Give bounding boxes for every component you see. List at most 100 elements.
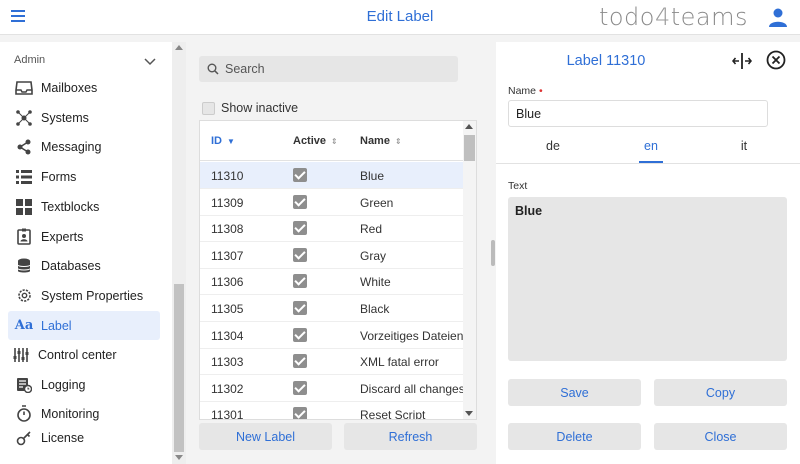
table-row[interactable]: 11310 Blue: [200, 162, 464, 189]
user-icon[interactable]: [768, 7, 788, 27]
column-header-name[interactable]: Name ⇕: [360, 135, 402, 147]
sidebar-item-mailboxes[interactable]: Mailboxes: [8, 73, 160, 102]
row-name: Black: [360, 302, 390, 316]
timer-icon: [15, 405, 33, 423]
required-marker: •: [538, 85, 543, 97]
sidebar-item-system-properties[interactable]: System Properties: [8, 281, 160, 310]
table-row[interactable]: 11302 Discard all changes?: [200, 375, 464, 402]
sidebar-section-admin[interactable]: Admin: [14, 54, 158, 70]
row-id: 11305: [211, 302, 244, 316]
detail-panel: Label 11310 Name • de en it Text Blue Sa…: [496, 42, 800, 464]
show-inactive-checkbox[interactable]: Show inactive: [202, 101, 298, 115]
detail-title: Label 11310: [566, 53, 646, 69]
scroll-up-icon[interactable]: [175, 45, 183, 50]
language-tabs: de en it: [496, 136, 800, 164]
grid-icon: [15, 198, 33, 216]
row-id: 11302: [211, 381, 244, 396]
row-name: Blue: [360, 169, 385, 183]
font-icon: Aa: [14, 318, 34, 333]
table-header: ID ▼ Active ⇕ Name ⇕: [200, 121, 464, 161]
sidebar-scrollbar[interactable]: [172, 42, 186, 464]
sidebar-item-databases[interactable]: Databases: [8, 251, 160, 280]
label-table: ID ▼ Active ⇕ Name ⇕ 11310 Blue 11309 Green 113…: [199, 120, 477, 420]
split-view-icon[interactable]: [732, 52, 752, 70]
badge-icon: [15, 228, 33, 246]
gear-icon: [15, 287, 33, 305]
sidebar-item-systems[interactable]: Systems: [8, 103, 160, 132]
scroll-down-icon[interactable]: [465, 411, 473, 416]
table-row[interactable]: 11307 Gray: [200, 242, 464, 269]
scroll-up-icon[interactable]: [465, 124, 473, 129]
row-name: Vorzeitiges Dateiende: [360, 328, 464, 343]
new-label-button[interactable]: New Label: [199, 423, 332, 450]
close-icon[interactable]: [766, 50, 786, 70]
active-checkbox[interactable]: [293, 168, 307, 182]
active-checkbox[interactable]: [293, 380, 307, 395]
active-checkbox[interactable]: [293, 354, 307, 369]
table-row[interactable]: 11306 White: [200, 268, 464, 296]
active-checkbox[interactable]: [293, 247, 307, 262]
tab-en[interactable]: en: [621, 139, 681, 153]
sidebar-item-messaging[interactable]: Messaging: [8, 132, 160, 161]
column-header-id[interactable]: ID ▼: [211, 135, 235, 147]
active-checkbox[interactable]: [293, 327, 307, 342]
row-id: 11310: [211, 169, 244, 183]
active-checkbox[interactable]: [293, 221, 307, 236]
refresh-button[interactable]: Refresh: [344, 423, 477, 450]
row-name: White: [360, 275, 391, 290]
sliders-icon: [12, 346, 30, 364]
active-checkbox[interactable]: [293, 407, 307, 419]
table-row[interactable]: 11309 Green: [200, 189, 464, 216]
row-name: Green: [360, 195, 394, 210]
sidebar-item-forms[interactable]: Forms: [8, 162, 160, 191]
sidebar-item-logging[interactable]: Logging: [8, 370, 160, 399]
table-row[interactable]: 11301 Reset Script: [200, 401, 464, 420]
row-id: 11308: [211, 222, 244, 237]
checkbox-box[interactable]: [202, 101, 215, 115]
sidebar: Admin Mailboxes Systems Messaging Forms …: [0, 42, 172, 464]
close-button[interactable]: Close: [654, 423, 787, 450]
panel-splitter-handle[interactable]: [491, 240, 495, 266]
text-input[interactable]: Blue: [508, 197, 787, 361]
network-icon: [15, 109, 33, 127]
copy-button[interactable]: Copy: [654, 379, 787, 406]
row-id: 11306: [211, 275, 244, 290]
table-scrollbar[interactable]: [463, 121, 476, 419]
log-icon: [15, 376, 33, 394]
table-scroll-thumb[interactable]: [464, 135, 475, 161]
search-icon: [207, 63, 219, 75]
row-id: 11309: [211, 195, 244, 210]
table-row[interactable]: 11303 XML fatal error: [200, 348, 464, 376]
key-icon: [15, 429, 33, 447]
sidebar-item-license[interactable]: License: [8, 423, 160, 452]
active-tab-indicator: [639, 161, 663, 163]
database-icon: [15, 257, 33, 275]
inbox-icon: [15, 79, 33, 97]
active-checkbox[interactable]: [293, 194, 307, 209]
search-input[interactable]: [225, 62, 445, 76]
scroll-down-icon[interactable]: [175, 455, 183, 460]
brand-logo: todo4teams: [598, 3, 748, 31]
sidebar-item-experts[interactable]: Experts: [8, 222, 160, 251]
active-checkbox[interactable]: [293, 301, 307, 315]
row-id: 11301: [211, 408, 244, 420]
text-field-label: Text: [508, 180, 528, 192]
sidebar-item-control-center[interactable]: Control center: [8, 340, 160, 369]
table-row[interactable]: 11308 Red: [200, 215, 464, 243]
delete-button[interactable]: Delete: [508, 423, 641, 450]
table-row[interactable]: 11305 Black: [200, 295, 464, 322]
row-id: 11303: [211, 355, 244, 370]
active-checkbox[interactable]: [293, 274, 307, 289]
tab-de[interactable]: de: [523, 139, 583, 153]
row-name: Discard all changes?: [360, 381, 464, 396]
column-header-active[interactable]: Active ⇕: [293, 135, 338, 147]
tab-it[interactable]: it: [714, 139, 774, 153]
name-input[interactable]: [508, 100, 768, 127]
sidebar-item-label[interactable]: Aa Label: [8, 311, 160, 340]
sidebar-item-textblocks[interactable]: Textblocks: [8, 192, 160, 221]
table-row[interactable]: 11304 Vorzeitiges Dateiende: [200, 322, 464, 349]
search-box[interactable]: [199, 56, 458, 82]
show-inactive-label: Show inactive: [221, 101, 299, 115]
sidebar-scroll-thumb[interactable]: [174, 284, 184, 452]
save-button[interactable]: Save: [508, 379, 641, 406]
